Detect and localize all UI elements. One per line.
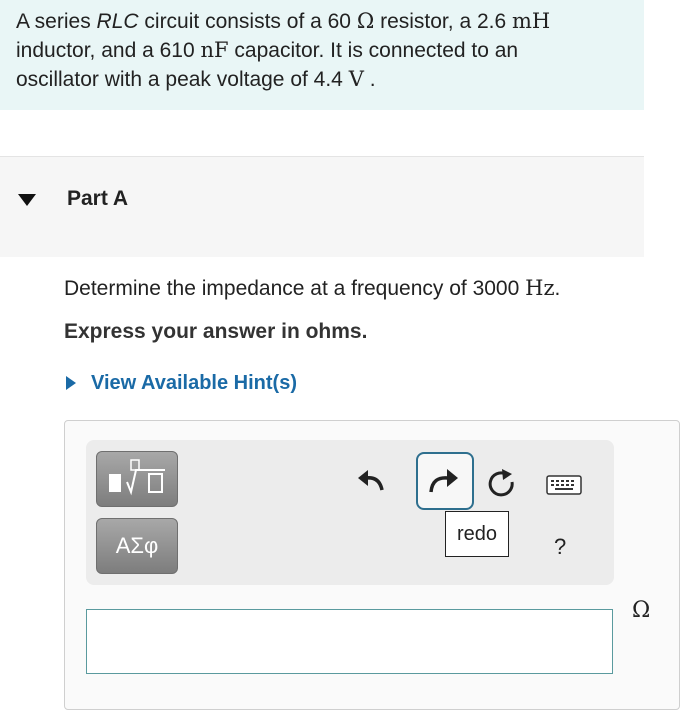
problem-text: capacitor. It is connected to an [228, 39, 519, 62]
unit-v: V [348, 67, 364, 91]
redo-icon [429, 469, 458, 493]
problem-text: circuit consists of a 60 [138, 10, 357, 33]
unit-mh: mH [511, 9, 551, 33]
greek-symbols-button[interactable]: ΑΣφ [96, 518, 178, 574]
answer-input[interactable] [86, 609, 613, 674]
undo-icon[interactable] [356, 466, 386, 496]
templates-button[interactable] [96, 451, 178, 507]
part-header[interactable]: Part A [0, 156, 644, 257]
keyboard-icon[interactable] [546, 474, 582, 496]
answer-unit-label: Ω [632, 598, 651, 623]
problem-statement: A series RLC circuit consists of a 60 Ω … [0, 0, 644, 110]
problem-text: resistor, a 2.6 [374, 10, 512, 33]
help-button[interactable]: ? [554, 534, 566, 560]
problem-text: inductor, and a 610 [16, 39, 201, 62]
redo-button[interactable] [416, 452, 474, 510]
question-period: . [554, 277, 561, 300]
problem-text-rlc: RLC [96, 10, 139, 33]
question-body: Determine the impedance at a frequency o… [64, 277, 526, 300]
collapse-triangle-icon[interactable] [18, 194, 36, 206]
hint-expand-arrow-icon[interactable] [66, 376, 76, 390]
unit-hz: Hz [525, 276, 555, 300]
question-text: Determine the impedance at a frequency o… [64, 276, 560, 301]
templates-icon [109, 459, 165, 496]
ohm-symbol: Ω [356, 9, 375, 33]
problem-text: oscillator with a peak voltage of 4.4 [16, 68, 349, 91]
answer-instruction: Express your answer in ohms. [64, 320, 368, 343]
view-hints-link[interactable]: View Available Hint(s) [91, 372, 297, 395]
part-title: Part A [67, 187, 129, 210]
problem-text: . [363, 68, 376, 91]
reset-icon[interactable] [484, 466, 518, 500]
unit-nf: nF [200, 38, 229, 62]
problem-text: A series [16, 10, 97, 33]
redo-tooltip: redo [445, 511, 509, 557]
